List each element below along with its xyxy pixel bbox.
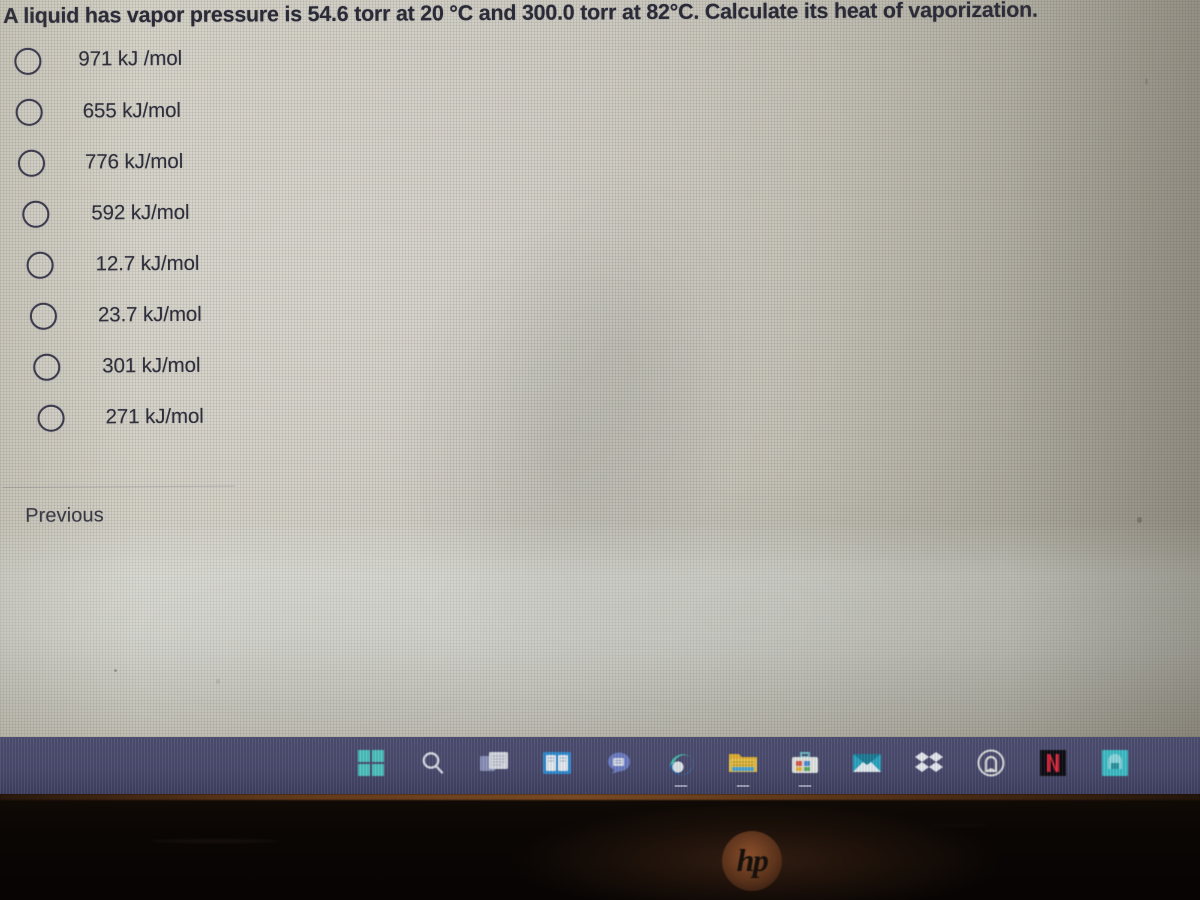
option-row[interactable]: 971 kJ /mol xyxy=(0,41,560,95)
previous-button[interactable]: Previous xyxy=(25,504,104,527)
option-label: 271 kJ/mol xyxy=(105,404,204,429)
option-label: 301 kJ/mol xyxy=(102,353,201,378)
ring-logo-icon xyxy=(977,749,1005,782)
search-icon xyxy=(420,750,446,781)
windows-logo-icon xyxy=(358,750,384,781)
teal-app-icon xyxy=(1102,750,1128,781)
taskbar-item-netflix[interactable] xyxy=(1022,737,1084,794)
radio-button-option-5[interactable] xyxy=(26,251,54,279)
laptop-photo: A liquid has vapor pressure is 54.6 torr… xyxy=(0,0,1200,900)
option-row[interactable]: 12.7 kJ/mol xyxy=(2,245,562,299)
windows-taskbar xyxy=(0,737,1200,794)
option-label: 971 kJ /mol xyxy=(78,46,183,71)
radio-button-option-3[interactable] xyxy=(17,149,46,177)
office-toolbox-icon xyxy=(791,750,819,781)
taskbar-item-edge[interactable] xyxy=(650,737,712,794)
laptop-bezel xyxy=(0,794,1200,900)
task-view-icon xyxy=(480,750,510,781)
netflix-n-icon xyxy=(1040,750,1066,781)
taskbar-item-chat[interactable] xyxy=(588,737,650,794)
taskbar-item-mail[interactable] xyxy=(836,737,898,794)
running-indicator xyxy=(736,784,750,787)
option-row[interactable]: 592 kJ/mol xyxy=(1,194,561,248)
radio-button-option-8[interactable] xyxy=(37,404,65,432)
running-indicator xyxy=(674,784,688,787)
option-label: 12.7 kJ/mol xyxy=(95,251,200,276)
taskbar-item-search[interactable] xyxy=(402,737,464,794)
hp-logo-text: hp xyxy=(736,842,769,878)
deck-scratch xyxy=(150,839,280,843)
taskbar-item-teal-app[interactable] xyxy=(1084,737,1146,794)
edge-browser-icon xyxy=(667,749,695,782)
mail-envelope-icon xyxy=(852,751,882,780)
option-row[interactable]: 655 kJ/mol xyxy=(1,92,561,146)
file-explorer-icon xyxy=(728,750,758,781)
radio-button-option-2[interactable] xyxy=(15,98,43,126)
chat-bubble-icon xyxy=(605,750,633,781)
widgets-icon xyxy=(543,750,571,781)
option-row[interactable]: 23.7 kJ/mol xyxy=(2,296,562,350)
question-text: A liquid has vapor pressure is 54.6 torr… xyxy=(3,0,1038,28)
deck-scratch xyxy=(930,824,990,827)
taskbar-item-ring-app[interactable] xyxy=(960,737,1022,794)
radio-button-option-1[interactable] xyxy=(14,47,42,75)
deck-top-edge xyxy=(0,794,1200,800)
taskbar-item-office[interactable] xyxy=(774,737,836,794)
taskbar-icon-strip xyxy=(340,737,1146,794)
section-divider xyxy=(2,485,235,488)
taskbar-item-start[interactable] xyxy=(340,737,402,794)
taskbar-item-task-view[interactable] xyxy=(464,737,526,794)
option-label: 655 kJ/mol xyxy=(82,98,181,123)
taskbar-item-dropbox[interactable] xyxy=(898,737,960,794)
option-row[interactable]: 271 kJ/mol xyxy=(2,398,562,452)
running-indicator xyxy=(798,784,812,787)
answer-options-list: 971 kJ /mol 655 kJ/mol 776 kJ/mol 592 kJ… xyxy=(0,41,562,452)
quiz-content: A liquid has vapor pressure is 54.6 torr… xyxy=(0,0,1200,737)
radio-button-option-6[interactable] xyxy=(29,302,58,330)
option-row[interactable]: 776 kJ/mol xyxy=(1,143,561,197)
hp-brand-logo: hp xyxy=(722,831,782,891)
taskbar-item-widgets[interactable] xyxy=(526,737,588,794)
option-row[interactable]: 301 kJ/mol xyxy=(2,347,562,401)
option-label: 776 kJ/mol xyxy=(84,149,184,174)
taskbar-item-file-explorer[interactable] xyxy=(712,737,774,794)
option-label: 23.7 kJ/mol xyxy=(97,302,202,327)
laptop-screen: A liquid has vapor pressure is 54.6 torr… xyxy=(0,0,1200,737)
radio-button-option-7[interactable] xyxy=(33,353,61,381)
radio-button-option-4[interactable] xyxy=(22,200,50,228)
dropbox-icon xyxy=(914,750,944,781)
option-label: 592 kJ/mol xyxy=(91,200,190,225)
